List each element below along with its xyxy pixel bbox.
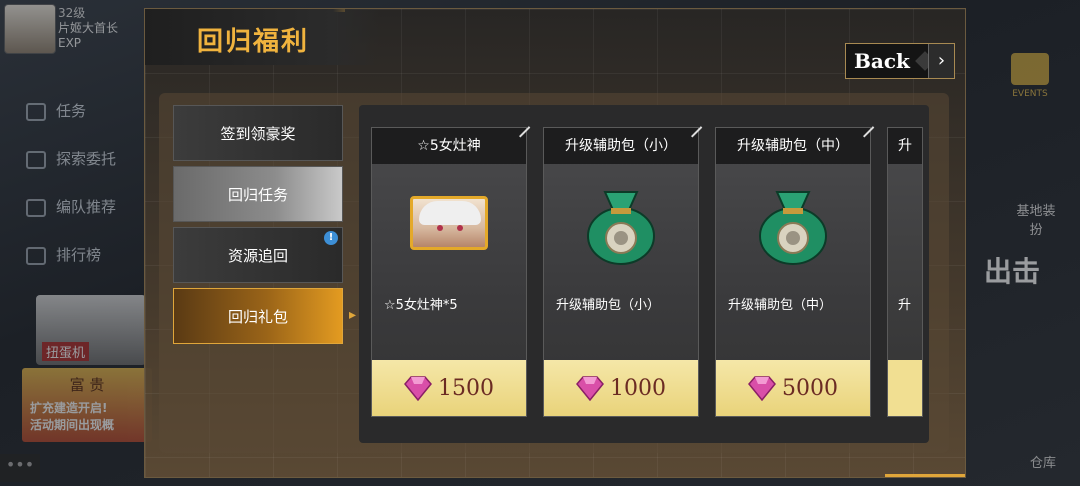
pack-image [716, 164, 870, 282]
back-button[interactable]: Back › [845, 43, 955, 79]
dialog-title: 回归福利 [197, 27, 310, 57]
character-portrait-icon [410, 196, 488, 250]
tab-sign-in[interactable]: 签到领豪奖 [173, 105, 343, 161]
bg-menu-task[interactable]: 任务 [26, 100, 86, 121]
gem-icon [404, 376, 432, 401]
pack-item-name: ☆5女灶神*5 [384, 298, 458, 313]
ranking-icon [26, 246, 46, 265]
tab-resource-recovery[interactable]: 资源追回! [173, 227, 343, 283]
task-icon [26, 102, 46, 121]
pack-title: 升级辅助包（中） [716, 128, 870, 164]
pack-image [544, 164, 698, 282]
battle-button[interactable]: 出击 [984, 250, 1040, 290]
chevron-right-icon: › [928, 44, 954, 78]
pack-price-button[interactable]: 1000 [544, 360, 698, 416]
content-panel: 签到领豪奖 回归任务 资源追回! 回归礼包 ▸ ☆5女灶神 ☆5女灶神*5 15… [159, 93, 949, 453]
pack-price-button[interactable]: 5000 [716, 360, 870, 416]
depot-button[interactable]: 仓库 [1030, 452, 1056, 471]
bg-menu-formation[interactable]: 编队推荐 [26, 196, 116, 217]
gacha-banner[interactable]: 扭蛋机 [36, 295, 146, 365]
tab-return-packs[interactable]: 回归礼包 ▸ [173, 288, 356, 344]
pack-item-name: 升级辅助包（小） [556, 298, 661, 313]
events-icon [1011, 53, 1049, 85]
game-screen: 32级 片姬大首长 EXP 任务 探索委托 编队推荐 排行榜 扭蛋机 富 贵 扩… [0, 0, 1080, 486]
pack-title: ☆5女灶神 [372, 128, 526, 164]
money-bag-icon [587, 191, 655, 265]
base-decor-button[interactable]: 基地装扮 [1014, 200, 1058, 238]
pack-card-partial[interactable]: 升 升 [887, 127, 923, 417]
pack-card[interactable]: 升级辅助包（中） 升级辅助包（中） 5000 [715, 127, 871, 417]
player-avatar[interactable] [4, 4, 56, 54]
title-bar: 回归福利 [145, 9, 380, 65]
active-tab-pointer: ▸ [348, 307, 356, 323]
exp-label: EXP [58, 36, 82, 50]
more-menu-button[interactable]: ••• [0, 454, 40, 482]
pack-card[interactable]: 升级辅助包（小） 升级辅助包（小） 1000 [543, 127, 699, 417]
pack-item-name: 升级辅助包（中） [728, 298, 833, 313]
gem-icon [576, 376, 604, 401]
pack-list[interactable]: ☆5女灶神 ☆5女灶神*5 1500 升级辅助包（小） 升级辅助包（小） 100… [359, 105, 929, 443]
pack-price-button[interactable]: 1500 [372, 360, 526, 416]
money-bag-icon [759, 191, 827, 265]
pack-image [372, 164, 526, 282]
bg-menu-explore[interactable]: 探索委托 [26, 148, 116, 169]
formation-icon [26, 198, 46, 217]
bg-menu-ranking[interactable]: 排行榜 [26, 244, 101, 265]
tab-return-tasks[interactable]: 回归任务 [173, 166, 343, 222]
events-button[interactable]: EVENTS [1000, 45, 1060, 115]
promo-banner[interactable]: 富 贵 扩充建造开启! 活动期间出现概 [22, 368, 152, 442]
pack-title: 升级辅助包（小） [544, 128, 698, 164]
player-name: 片姬大首长 [58, 21, 119, 35]
gem-icon [748, 376, 776, 401]
pack-card[interactable]: ☆5女灶神 ☆5女灶神*5 1500 [371, 127, 527, 417]
explore-icon [26, 150, 46, 169]
tab-list: 签到领豪奖 回归任务 资源追回! 回归礼包 ▸ [173, 105, 356, 349]
return-welfare-dialog: 回归福利 Back › 签到领豪奖 回归任务 资源追回! 回归礼包 ▸ ☆5女灶神 [144, 8, 966, 478]
right-hud: EVENTS 基地装扮 出击 仓库 [960, 0, 1080, 486]
notice-badge: ! [324, 231, 338, 245]
